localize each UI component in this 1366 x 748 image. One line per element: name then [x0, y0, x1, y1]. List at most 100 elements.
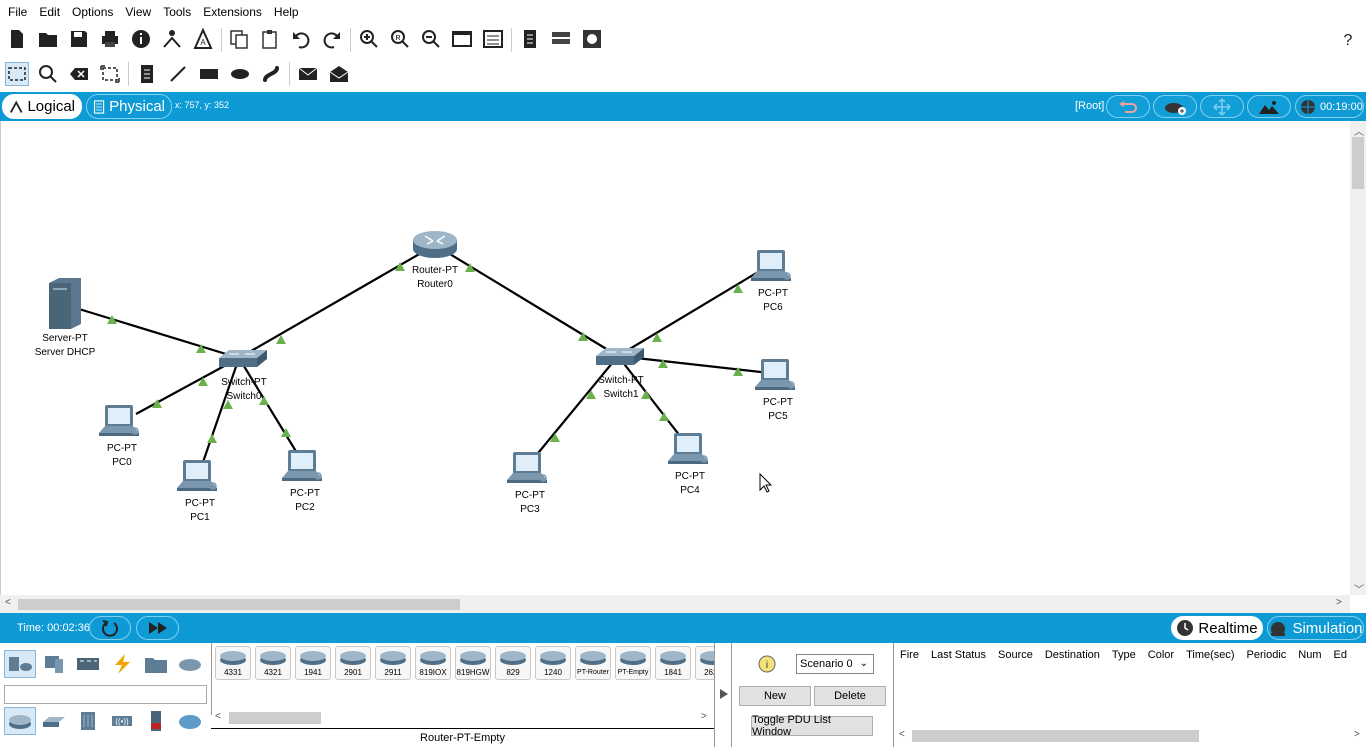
- column-color[interactable]: Color: [1142, 647, 1180, 665]
- place-note-icon[interactable]: [135, 62, 159, 86]
- print-icon[interactable]: [98, 27, 122, 51]
- vertical-scroll-thumb[interactable]: [1352, 137, 1364, 189]
- cloud-screen-icon[interactable]: [580, 27, 604, 51]
- resize-shape-icon[interactable]: [98, 62, 122, 86]
- custom-devices-icon[interactable]: [481, 27, 505, 51]
- device-item-819iox[interactable]: 819IOX: [415, 646, 451, 680]
- logical-tab[interactable]: Logical: [2, 94, 82, 119]
- device-item-4331[interactable]: 4331: [215, 646, 251, 680]
- pc5-device[interactable]: PC-PT PC5: [754, 358, 796, 422]
- column-source[interactable]: Source: [992, 647, 1039, 665]
- device-item-819hgw[interactable]: 819HGW: [455, 646, 491, 680]
- pdu-table-scrollbar[interactable]: < >: [894, 728, 1366, 744]
- menu-options[interactable]: Options: [66, 0, 119, 24]
- device-item-1240[interactable]: 1240: [535, 646, 571, 680]
- canvas-vertical-scrollbar[interactable]: ︿ ﹀: [1350, 121, 1366, 596]
- zoom-in-icon[interactable]: [357, 27, 381, 51]
- zoom-out-icon[interactable]: [419, 27, 443, 51]
- panel-divider[interactable]: [714, 643, 732, 747]
- logical-workspace[interactable]: Server-PT Server DHCP Router-PT Router0 …: [0, 121, 1350, 595]
- scroll-left-icon[interactable]: <: [215, 711, 221, 722]
- network-devices-category-icon[interactable]: [4, 650, 36, 678]
- zoom-reset-icon[interactable]: R: [388, 27, 412, 51]
- back-button[interactable]: [1106, 95, 1150, 118]
- menu-file[interactable]: File: [2, 0, 33, 24]
- security-category-icon[interactable]: [140, 707, 172, 735]
- router0-device[interactable]: Router-PT Router0: [412, 231, 458, 290]
- server-dhcp-device[interactable]: Server-PT Server DHCP: [35, 278, 96, 358]
- device-item-pt-router[interactable]: PT-Router: [575, 646, 611, 680]
- delete-scenario-button[interactable]: Delete: [814, 686, 886, 706]
- wan-emulation-category-icon[interactable]: [174, 707, 206, 735]
- network-info-icon[interactable]: [160, 27, 184, 51]
- horizontal-scroll-thumb[interactable]: [18, 599, 460, 610]
- freeform-icon[interactable]: [259, 62, 283, 86]
- info-bubble-icon[interactable]: i: [758, 655, 776, 673]
- pc2-device[interactable]: PC-PT PC2: [281, 449, 323, 513]
- delete-icon[interactable]: [67, 62, 91, 86]
- undo-icon[interactable]: [289, 27, 313, 51]
- device-item-2901[interactable]: 2901: [335, 646, 371, 680]
- copy-icon[interactable]: [227, 27, 251, 51]
- inspect-icon[interactable]: [36, 62, 60, 86]
- miscellaneous-category-icon[interactable]: [140, 650, 172, 678]
- activity-wizard-icon[interactable]: A: [191, 27, 215, 51]
- multiuser-category-icon[interactable]: [174, 650, 206, 678]
- save-icon[interactable]: [67, 27, 91, 51]
- new-scenario-button[interactable]: New: [739, 686, 811, 706]
- scroll-up-icon[interactable]: ︿: [1354, 123, 1364, 138]
- pc6-device[interactable]: PC-PT PC6: [750, 249, 792, 313]
- select-icon[interactable]: [5, 62, 29, 86]
- column-last-status[interactable]: Last Status: [925, 647, 992, 665]
- device-list-scrollbar[interactable]: < >: [211, 710, 714, 726]
- device-item-829[interactable]: 829: [495, 646, 531, 680]
- scroll-right-icon[interactable]: >: [1354, 729, 1360, 740]
- scroll-left-icon[interactable]: <: [5, 597, 11, 608]
- switches-category-icon[interactable]: [38, 707, 70, 735]
- wireless-category-icon[interactable]: ((•)): [106, 707, 138, 735]
- simulation-mode-button[interactable]: Simulation: [1267, 616, 1364, 640]
- info-icon[interactable]: [129, 27, 153, 51]
- scroll-right-icon[interactable]: >: [701, 711, 707, 722]
- device-item-2911[interactable]: 2911: [375, 646, 411, 680]
- new-file-icon[interactable]: [5, 27, 29, 51]
- move-object-button[interactable]: [1200, 95, 1244, 118]
- column-num[interactable]: Num: [1292, 647, 1327, 665]
- background-button[interactable]: [1247, 95, 1291, 118]
- window-icon[interactable]: [450, 27, 474, 51]
- draw-rectangle-icon[interactable]: [197, 62, 221, 86]
- device-rack-icon[interactable]: [549, 27, 573, 51]
- scroll-down-icon[interactable]: ﹀: [1354, 581, 1364, 596]
- device-item-4321[interactable]: 4321: [255, 646, 291, 680]
- column-fire[interactable]: Fire: [894, 647, 925, 665]
- fast-forward-button[interactable]: [136, 616, 179, 640]
- canvas-horizontal-scrollbar[interactable]: < >: [0, 595, 1350, 613]
- redo-icon[interactable]: [320, 27, 344, 51]
- notes-icon[interactable]: [518, 27, 542, 51]
- power-cycle-button[interactable]: [89, 616, 131, 640]
- routers-category-icon[interactable]: [4, 707, 36, 735]
- open-folder-icon[interactable]: [36, 27, 60, 51]
- pdu-scroll-thumb[interactable]: [912, 730, 1199, 742]
- device-item-1941[interactable]: 1941: [295, 646, 331, 680]
- device-item-1841[interactable]: 1841: [655, 646, 691, 680]
- components-category-icon[interactable]: [72, 650, 104, 678]
- menu-edit[interactable]: Edit: [33, 0, 66, 24]
- realtime-mode-button[interactable]: Realtime: [1171, 616, 1263, 640]
- pc0-device[interactable]: PC-PT PC0: [98, 404, 140, 468]
- menu-tools[interactable]: Tools: [157, 0, 197, 24]
- menu-help[interactable]: Help: [268, 0, 305, 24]
- toggle-pdu-list-button[interactable]: Toggle PDU List Window: [751, 714, 873, 738]
- end-devices-category-icon[interactable]: [38, 650, 70, 678]
- column-edit[interactable]: Ed: [1328, 647, 1353, 665]
- switch0-device[interactable]: Switch-PT Switch0: [219, 350, 267, 402]
- device-search-field[interactable]: [4, 685, 207, 704]
- device-item-pt-empty[interactable]: PT-Empty: [615, 646, 651, 680]
- column-type[interactable]: Type: [1106, 647, 1142, 665]
- draw-line-icon[interactable]: [166, 62, 190, 86]
- draw-ellipse-icon[interactable]: [228, 62, 252, 86]
- complex-pdu-icon[interactable]: [327, 62, 351, 86]
- hubs-category-icon[interactable]: [72, 707, 104, 735]
- physical-tab[interactable]: Physical: [86, 94, 172, 119]
- viewport-clock[interactable]: 00:19:00: [1295, 95, 1364, 118]
